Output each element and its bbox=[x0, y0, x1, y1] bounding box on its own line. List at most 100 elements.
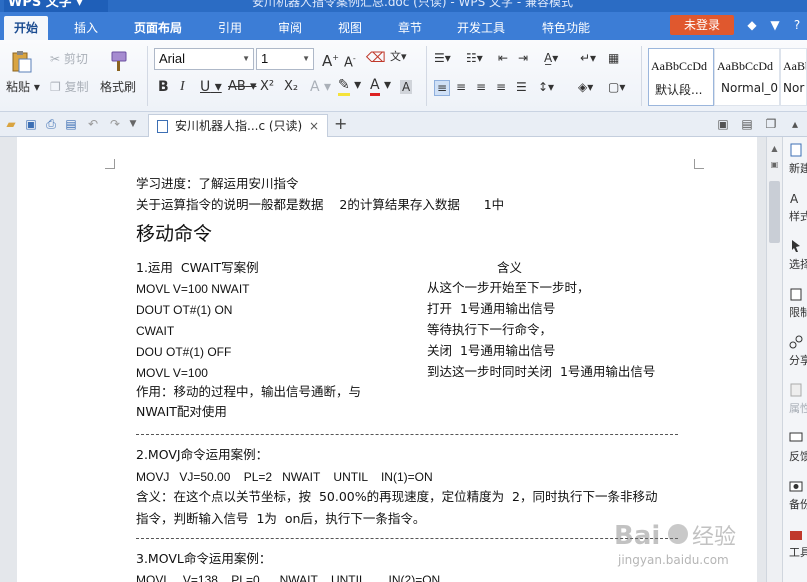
style-name: 默认段... bbox=[655, 83, 703, 97]
new-document-icon bbox=[790, 143, 802, 157]
tab-list-icon[interactable]: ▤ bbox=[740, 117, 754, 131]
shirt-icon[interactable]: ▼ bbox=[768, 18, 782, 32]
task-label: 选择 bbox=[789, 258, 807, 271]
watermark-brand: Bai bbox=[614, 521, 660, 551]
char-shading-icon[interactable]: A bbox=[400, 80, 413, 94]
task-restrict[interactable]: 限制 bbox=[789, 287, 807, 320]
redo-icon[interactable]: ↷ bbox=[108, 117, 122, 131]
app-name: WPS 文字 bbox=[8, 0, 72, 10]
chinese-layout-icon[interactable]: A̲▾ bbox=[544, 51, 558, 65]
underline-button[interactable]: U ▾ bbox=[200, 80, 222, 94]
style-name: Normal_0 bbox=[721, 81, 779, 95]
justify-icon[interactable]: ≡ bbox=[496, 80, 506, 94]
page-nav-icon[interactable]: ▣ bbox=[769, 159, 780, 170]
task-properties[interactable]: 属性 bbox=[789, 383, 807, 416]
clear-format-icon[interactable]: ⌫ bbox=[366, 51, 386, 65]
paragraph-shading-icon[interactable]: ◈▾ bbox=[578, 80, 593, 94]
italic-button[interactable]: I bbox=[180, 80, 185, 94]
section1-title: 1.运用 CWAIT写案例 bbox=[136, 260, 259, 275]
save-icon[interactable]: ▣ bbox=[24, 117, 38, 131]
cursor-icon bbox=[792, 240, 800, 252]
align-left-icon[interactable]: ≡ bbox=[434, 80, 451, 96]
close-icon[interactable]: × bbox=[309, 115, 319, 137]
link-icon bbox=[789, 335, 803, 349]
font-size-select[interactable]: 1 ▼ bbox=[256, 48, 314, 70]
increase-indent-icon[interactable]: ⇥ bbox=[518, 51, 528, 65]
font-name-select[interactable]: Arial ▼ bbox=[154, 48, 254, 70]
task-select[interactable]: 选择 bbox=[789, 239, 807, 272]
highlight-icon[interactable]: ✎ ▾ bbox=[338, 77, 361, 96]
font-color-button[interactable]: A ▾ bbox=[370, 77, 391, 96]
table-grid-icon[interactable]: ▦ bbox=[608, 51, 619, 65]
style-preview: AaBbCcDd bbox=[717, 59, 773, 73]
numbered-list-icon[interactable]: ☷▾ bbox=[466, 51, 483, 65]
paste-button[interactable]: 粘贴 ▾ bbox=[6, 80, 40, 94]
shrink-font-button[interactable]: A- bbox=[344, 52, 356, 70]
grow-font-button[interactable]: A+ bbox=[322, 51, 339, 69]
border-icon[interactable]: ▢▾ bbox=[608, 80, 625, 94]
task-new[interactable]: 新建 bbox=[789, 143, 807, 176]
cut-button[interactable]: ✂ 剪切 bbox=[50, 52, 88, 66]
tab-page-layout[interactable]: 页面布局 bbox=[124, 16, 192, 40]
subscript-button[interactable]: X₂ bbox=[284, 80, 298, 94]
task-feedback[interactable]: 反馈 bbox=[789, 431, 807, 464]
wps-app-menu[interactable]: WPS 文字 ▾ bbox=[4, 0, 108, 12]
window-layout-icon[interactable]: ▣ bbox=[716, 117, 730, 131]
new-tab-button[interactable]: + bbox=[334, 115, 347, 133]
login-button[interactable]: 未登录 bbox=[670, 15, 734, 35]
copy-button[interactable]: ❐ 复制 bbox=[50, 80, 89, 94]
tab-developer[interactable]: 开发工具 bbox=[448, 16, 514, 40]
paste-icon[interactable] bbox=[10, 50, 34, 74]
help-icon[interactable]: ? bbox=[790, 18, 804, 32]
chevron-down-icon[interactable]: ▼ bbox=[126, 117, 140, 131]
style-default[interactable]: AaBbCcDd 默认段... bbox=[648, 48, 714, 106]
task-style[interactable]: A 样式 bbox=[789, 191, 807, 224]
skin-icon[interactable]: ◆ bbox=[745, 18, 759, 32]
print-icon[interactable]: ⎙ bbox=[44, 117, 58, 131]
tab-references[interactable]: 引用 bbox=[206, 16, 254, 40]
decrease-indent-icon[interactable]: ⇤ bbox=[498, 51, 508, 65]
undo-icon[interactable]: ↶ bbox=[86, 117, 100, 131]
scrollbar-thumb[interactable] bbox=[769, 181, 780, 243]
format-painter-icon[interactable] bbox=[106, 50, 130, 74]
line-spacing-icon[interactable]: ↕▾ bbox=[538, 80, 554, 94]
vertical-scrollbar[interactable]: ▲ ▣ bbox=[766, 137, 782, 582]
distribute-icon[interactable]: ☰ bbox=[516, 80, 527, 94]
align-right-icon[interactable]: ≡ bbox=[476, 80, 486, 94]
tab-insert[interactable]: 插入 bbox=[62, 16, 110, 40]
print-preview-icon[interactable]: ▤ bbox=[64, 117, 78, 131]
show-marks-icon[interactable]: ↵▾ bbox=[580, 51, 596, 65]
bold-button[interactable]: B bbox=[158, 80, 169, 94]
bullet-list-icon[interactable]: ☰▾ bbox=[434, 51, 451, 65]
document-tab-bar: ▰ ▣ ⎙ ▤ ↶ ↷ ▼ 安川机器人指...c (只读) × + ▣ ▤ ❐ … bbox=[0, 112, 807, 137]
pinyin-guide-icon[interactable]: 文▾ bbox=[390, 50, 407, 64]
minimize-panel-icon[interactable]: ▴ bbox=[788, 117, 802, 131]
open-folder-icon[interactable]: ▰ bbox=[4, 117, 18, 131]
superscript-button[interactable]: X² bbox=[260, 80, 274, 94]
tab-view[interactable]: 视图 bbox=[326, 16, 374, 40]
task-share[interactable]: 分享 bbox=[789, 335, 807, 368]
tab-home[interactable]: 开始 bbox=[4, 16, 48, 40]
scroll-up-icon[interactable]: ▲ bbox=[769, 143, 780, 154]
text-effect-icon[interactable]: A ▾ bbox=[310, 80, 331, 94]
document-icon bbox=[157, 120, 168, 133]
font-color-letter: A bbox=[370, 77, 380, 96]
document-tab[interactable]: 安川机器人指...c (只读) × bbox=[148, 114, 328, 137]
task-tools[interactable]: 工具 bbox=[789, 527, 807, 560]
format-painter-button[interactable]: 格式刷 bbox=[100, 80, 136, 94]
style-normal[interactable]: AaBbC Nor bbox=[780, 48, 807, 106]
strikethrough-button[interactable]: AB ▾ bbox=[228, 80, 256, 94]
style-preview: AaBbCcDd bbox=[651, 59, 707, 73]
svg-text:A: A bbox=[790, 192, 799, 205]
tab-review[interactable]: 审阅 bbox=[266, 16, 314, 40]
tab-features[interactable]: 特色功能 bbox=[530, 16, 602, 40]
chevron-down-icon: ▼ bbox=[242, 54, 250, 63]
tab-chapter[interactable]: 章节 bbox=[386, 16, 434, 40]
style-normal-0[interactable]: AaBbCcDd Normal_0 bbox=[714, 48, 780, 106]
font-size-value: 1 bbox=[261, 51, 269, 66]
restore-icon[interactable]: ❐ bbox=[764, 117, 778, 131]
task-label: 限制 bbox=[789, 306, 807, 319]
align-center-icon[interactable]: ≡ bbox=[456, 80, 466, 94]
section2-description: 含义：在这个点以关节坐标，按 50.00%的再现速度，定位精度为 2，同时执行下… bbox=[136, 489, 658, 504]
task-backup[interactable]: 备份 bbox=[789, 479, 807, 512]
